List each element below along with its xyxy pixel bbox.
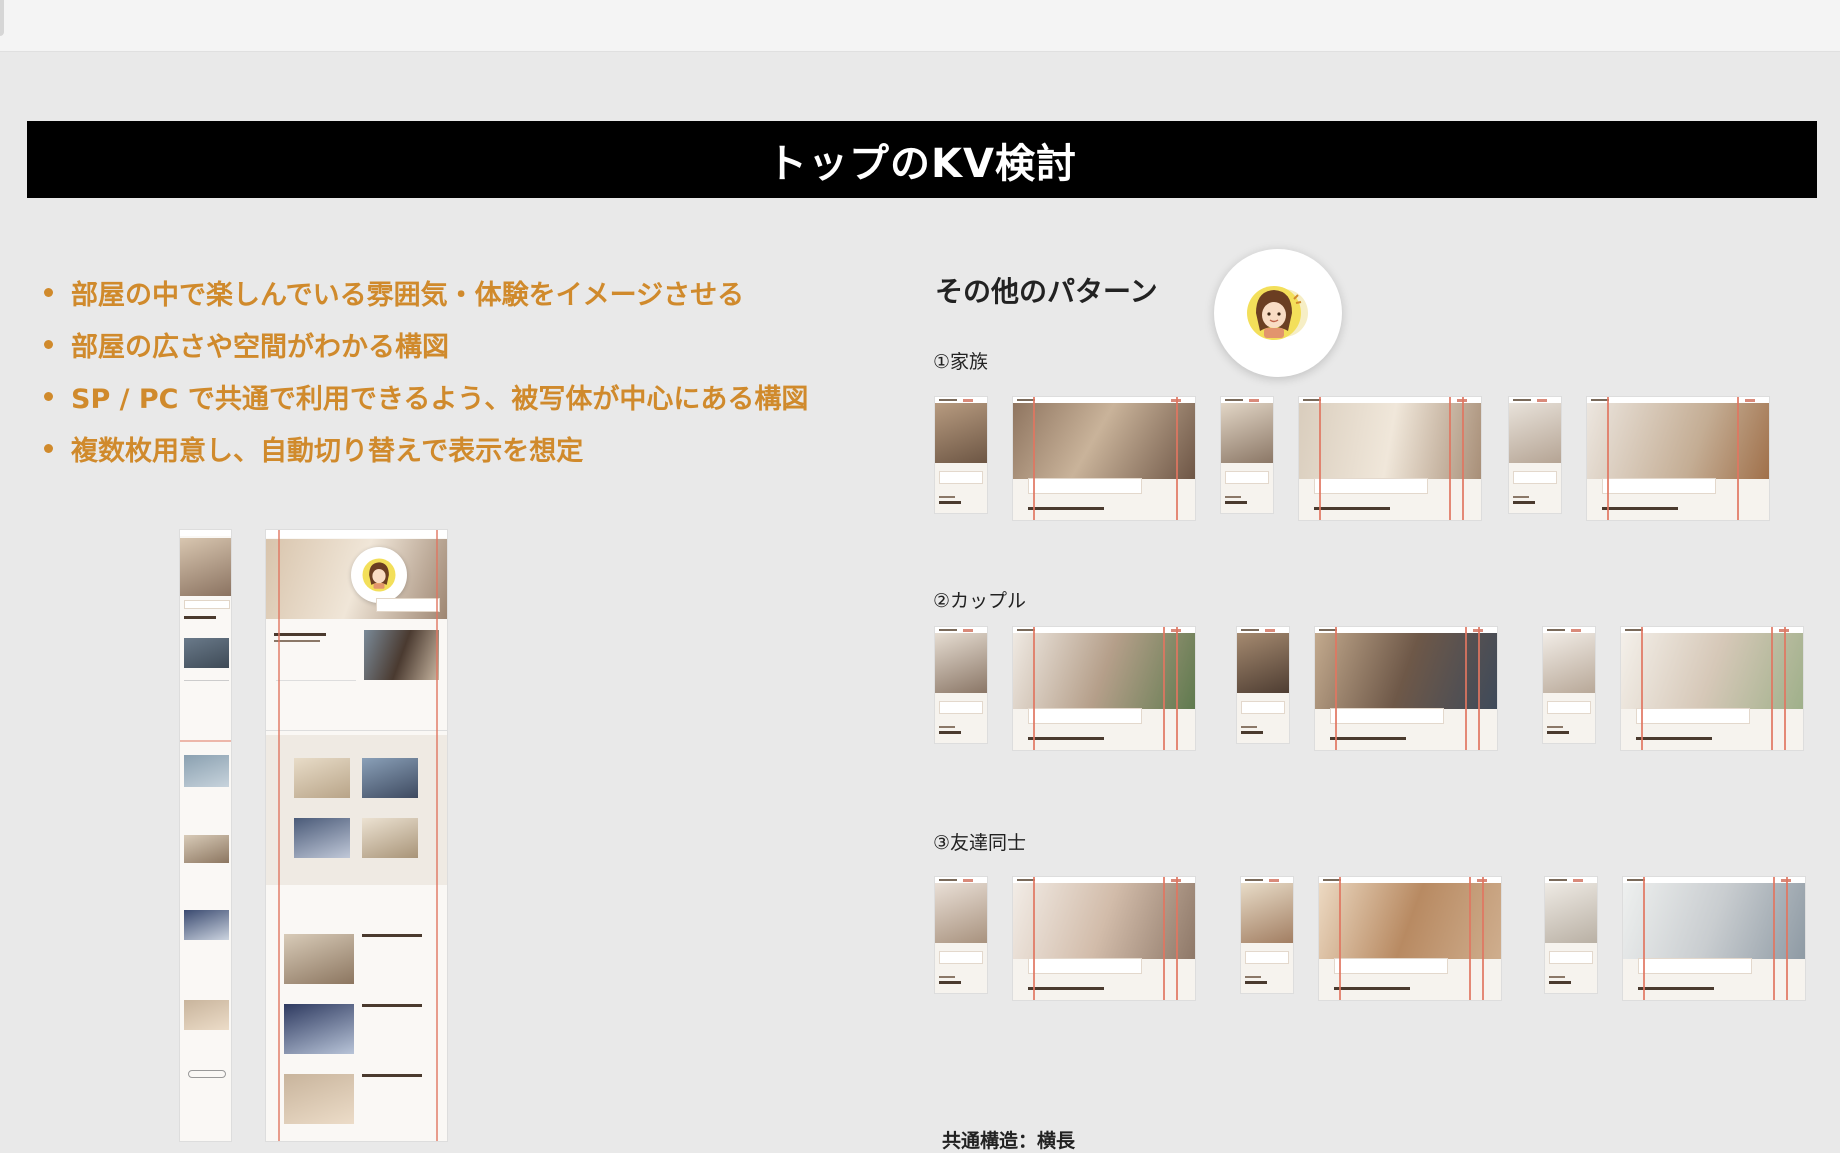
bullet-icon <box>44 287 53 297</box>
kv-thumbnail[interactable] <box>1012 626 1196 751</box>
banner-title: トップのKV検討 <box>767 140 1077 187</box>
toolbar-edge <box>0 0 4 36</box>
pc-page-mockup[interactable] <box>265 529 448 1142</box>
sp-page-mockup[interactable] <box>179 529 232 1142</box>
common-structure-label: 共通構造：横長 <box>942 1130 1076 1152</box>
kv-thumbnail[interactable] <box>1620 626 1804 751</box>
kv-thumbnail[interactable] <box>1012 396 1196 521</box>
requirements-list: 部屋の中で楽しんでいる雰囲気・体験をイメージさせる 部屋の広さや空間がわかる構図… <box>40 266 860 474</box>
requirement-item: SP / PC で共通で利用できるよう、被写体が中心にある構図 <box>40 370 860 422</box>
kv-thumbnail[interactable] <box>1240 876 1294 994</box>
requirement-item: 複数枚用意し、自動切り替えで表示を想定 <box>40 422 860 474</box>
character-avatar-icon[interactable] <box>1214 249 1342 377</box>
kv-thumbnail[interactable] <box>1220 396 1274 514</box>
requirement-item: 部屋の広さや空間がわかる構図 <box>40 318 860 370</box>
kv-thumbnail[interactable] <box>1236 626 1290 744</box>
character-avatar-icon <box>351 547 407 603</box>
kv-thumbnail[interactable] <box>1508 396 1562 514</box>
pattern-couple-label: ②カップル <box>933 590 1027 612</box>
kv-thumbnail[interactable] <box>1012 876 1196 1001</box>
kv-thumbnail[interactable] <box>934 876 988 994</box>
requirement-item: 部屋の中で楽しんでいる雰囲気・体験をイメージさせる <box>40 266 860 318</box>
other-patterns-title: その他のパターン <box>935 275 1158 308</box>
bullet-icon <box>44 443 53 453</box>
kv-thumbnail[interactable] <box>934 396 988 514</box>
kv-thumbnail[interactable] <box>1298 396 1482 521</box>
bullet-icon <box>44 339 53 349</box>
kv-thumbnail[interactable] <box>1318 876 1502 1001</box>
canvas-toolbar <box>0 0 1840 52</box>
kv-thumbnail[interactable] <box>1622 876 1806 1001</box>
section-banner: トップのKV検討 <box>27 121 1817 198</box>
bullet-icon <box>44 391 53 401</box>
pattern-family-label: ①家族 <box>933 351 989 373</box>
kv-thumbnail[interactable] <box>1586 396 1770 521</box>
kv-thumbnail[interactable] <box>1544 876 1598 994</box>
avatar-illustration <box>1247 286 1308 340</box>
pattern-friends-label: ③友達同士 <box>933 832 1027 854</box>
kv-thumbnail[interactable] <box>1314 626 1498 751</box>
kv-thumbnail[interactable] <box>1542 626 1596 744</box>
kv-thumbnail[interactable] <box>934 626 988 744</box>
